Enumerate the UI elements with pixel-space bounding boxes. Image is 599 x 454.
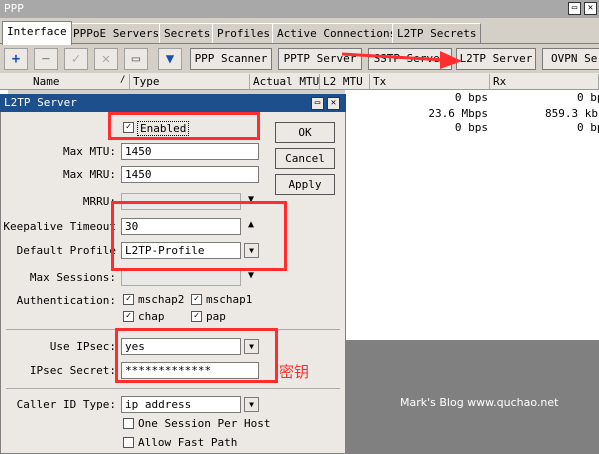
- pap-checkbox[interactable]: ✓: [191, 311, 202, 322]
- enable-icon[interactable]: ✓: [64, 48, 88, 70]
- mschap1-label: mschap1: [206, 293, 253, 306]
- tab-pppoe-servers[interactable]: PPPoE Servers: [68, 23, 165, 43]
- caller-id-type-select[interactable]: ip address: [121, 396, 241, 413]
- comment-icon[interactable]: ▭: [124, 48, 148, 70]
- dialog-close-icon[interactable]: ✕: [327, 97, 340, 110]
- column-type[interactable]: Type: [130, 74, 250, 90]
- annotation-box-ipsec: [115, 328, 278, 383]
- dialog-title: L2TP Server: [4, 96, 77, 109]
- max-mru-field[interactable]: 1450: [121, 166, 259, 183]
- row3-rx: 0 bps: [577, 121, 599, 134]
- row3-tx: 0 bps: [454, 121, 488, 134]
- max-sessions-expand-icon[interactable]: ▼: [248, 270, 254, 281]
- row1-rx: 0 bps: [577, 91, 599, 104]
- default-profile-label: Default Profile: [16, 244, 116, 257]
- tab-interface[interactable]: Interface: [2, 21, 72, 45]
- annotation-arrow-icon: [341, 51, 462, 69]
- pap-label: pap: [206, 310, 226, 323]
- tab-secrets[interactable]: Secrets: [159, 23, 216, 43]
- ppp-titlebar: [0, 0, 599, 18]
- max-mtu-field[interactable]: 1450: [121, 143, 259, 160]
- ipsec-secret-label: IPsec Secret:: [29, 364, 116, 377]
- row2-rx: 859.3 kbp: [545, 107, 599, 120]
- close-icon[interactable]: ✕: [584, 2, 597, 15]
- max-mtu-label: Max MTU:: [63, 145, 116, 158]
- tab-profiles[interactable]: Profiles: [212, 23, 275, 43]
- one-session-per-host-label: One Session Per Host: [138, 417, 271, 430]
- one-session-per-host-checkbox[interactable]: [123, 418, 134, 429]
- filter-icon[interactable]: ▼: [158, 48, 182, 70]
- cancel-button[interactable]: Cancel: [275, 148, 335, 169]
- mschap2-checkbox[interactable]: ✓: [123, 294, 134, 305]
- add-icon[interactable]: +: [4, 48, 28, 70]
- column-name[interactable]: Name: [30, 74, 130, 90]
- separator: [6, 388, 340, 389]
- mrru-label: MRRU:: [82, 195, 116, 208]
- mschap1-checkbox[interactable]: ✓: [191, 294, 202, 305]
- keepalive-label: Keepalive Timeout: [3, 220, 116, 233]
- max-sessions-field[interactable]: [121, 269, 241, 286]
- chevron-down-icon[interactable]: ▼: [244, 397, 259, 412]
- use-ipsec-label: Use IPsec:: [49, 340, 116, 353]
- sort-indicator-icon: /: [120, 75, 126, 85]
- dialog-restore-icon[interactable]: ▭: [311, 97, 324, 110]
- apply-button[interactable]: Apply: [275, 174, 335, 195]
- ppp-window-title: PPP: [4, 2, 24, 15]
- chap-checkbox[interactable]: ✓: [123, 311, 134, 322]
- allow-fast-path-label: Allow Fast Path: [138, 436, 238, 449]
- max-mru-label: Max MRU:: [63, 168, 116, 181]
- annotation-note: 密钥: [279, 363, 310, 381]
- max-sessions-label: Max Sessions:: [29, 271, 116, 284]
- restore-icon[interactable]: ▭: [568, 2, 581, 15]
- allow-fast-path-checkbox[interactable]: [123, 437, 134, 448]
- l2tp-server-button[interactable]: L2TP Server: [456, 48, 536, 70]
- annotation-box-keepalive-profile: [111, 201, 287, 271]
- row1-tx: 0 bps: [454, 91, 488, 104]
- column-rx[interactable]: Rx: [490, 74, 599, 90]
- ok-button[interactable]: OK: [275, 122, 335, 143]
- ppp-scanner-button[interactable]: PPP Scanner: [190, 48, 272, 70]
- annotation-box-enabled: [108, 112, 260, 140]
- ovpn-server-button[interactable]: OVPN Ser: [542, 48, 599, 70]
- chap-label: chap: [138, 310, 165, 323]
- remove-icon[interactable]: −: [34, 48, 58, 70]
- column-actual-mtu[interactable]: Actual MTU: [250, 74, 320, 90]
- row2-tx: 23.6 Mbps: [428, 107, 488, 120]
- authentication-label: Authentication:: [16, 294, 116, 307]
- disable-icon[interactable]: ✕: [94, 48, 118, 70]
- caller-id-type-label: Caller ID Type:: [16, 398, 116, 411]
- mschap2-label: mschap2: [138, 293, 185, 306]
- watermark: Mark's Blog www.quchao.net: [400, 396, 559, 409]
